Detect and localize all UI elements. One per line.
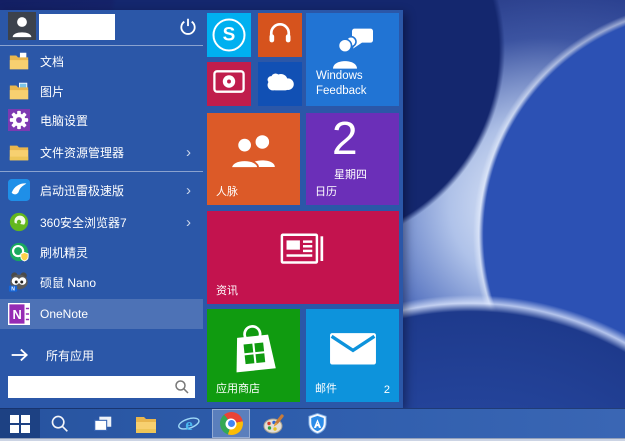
- paint-palette-icon: [262, 412, 286, 436]
- menu-item-360-browser[interactable]: 360安全浏览器7 ›: [0, 207, 203, 237]
- search-icon[interactable]: [173, 378, 191, 396]
- mail-envelope-icon: [329, 331, 377, 370]
- search-box: [8, 376, 195, 398]
- newspaper-icon: [280, 233, 326, 273]
- calendar-day: 2: [332, 113, 358, 164]
- security-shield-icon: [306, 412, 329, 435]
- tile-label: 应用商店: [216, 380, 260, 396]
- taskbar-search-button[interactable]: [45, 409, 75, 438]
- onenote-icon: N: [8, 303, 30, 325]
- tile-onedrive[interactable]: [258, 62, 302, 106]
- shuoshu-mouse-icon: N: [8, 271, 30, 293]
- tile-label: 资讯: [216, 282, 238, 298]
- search-input[interactable]: [8, 380, 173, 394]
- tile-store[interactable]: 应用商店: [207, 309, 300, 402]
- svg-text:N: N: [11, 287, 15, 293]
- headphones-icon: [266, 19, 294, 52]
- tile-label: 邮件: [315, 380, 337, 396]
- menu-item-pc-settings[interactable]: 电脑设置: [0, 105, 203, 135]
- 360-browser-icon: [8, 211, 30, 233]
- tile-label: 日历: [315, 183, 337, 199]
- tile-label: Windows Feedback: [316, 69, 391, 98]
- chevron-right-icon: ›: [186, 183, 191, 198]
- pictures-folder-icon: [8, 80, 30, 102]
- menu-item-label: 刷机精灵: [40, 244, 88, 261]
- menu-item-label: 电脑设置: [40, 112, 88, 129]
- feedback-person-bubble-icon: [329, 26, 377, 75]
- menu-item-shuoshu-nano[interactable]: N 硕鼠 Nano: [0, 267, 203, 297]
- store-bag-icon: [229, 320, 279, 379]
- menu-item-label: 360安全浏览器7: [40, 214, 127, 231]
- taskbar-security-shield-button[interactable]: [302, 409, 332, 438]
- menu-item-shuaji-jingling[interactable]: 刷机精灵: [0, 237, 203, 267]
- user-avatar-icon: [8, 12, 36, 40]
- menu-item-documents[interactable]: 文档: [0, 46, 203, 76]
- right-arrow-icon: [10, 347, 30, 363]
- search-icon: [49, 413, 71, 435]
- camera-icon: [213, 70, 245, 98]
- menu-item-label: 启动迅雷极速版: [40, 182, 124, 199]
- menu-item-pictures[interactable]: 图片: [0, 76, 203, 106]
- tile-skype[interactable]: S: [207, 13, 251, 57]
- menu-divider: [0, 171, 203, 172]
- menu-item-label: 文档: [40, 53, 64, 70]
- chevron-right-icon: ›: [186, 145, 191, 160]
- menu-item-onenote[interactable]: N OneNote: [0, 299, 203, 329]
- svg-text:e: e: [185, 415, 193, 434]
- windows-logo-icon: [10, 415, 30, 433]
- desktop: 文档 图片 电脑设置 文件资源管理器 ›: [0, 0, 625, 441]
- menu-item-thunder[interactable]: 启动迅雷极速版 ›: [0, 175, 203, 205]
- power-icon: [177, 16, 199, 38]
- chrome-icon: [220, 412, 243, 435]
- skype-icon: S: [213, 19, 246, 52]
- tile-news[interactable]: 资讯: [207, 211, 399, 304]
- tile-calendar[interactable]: 2 星期四 日历: [306, 113, 399, 205]
- task-view-icon: [92, 413, 114, 435]
- tile-music[interactable]: [258, 13, 302, 57]
- taskbar-internet-explorer-button[interactable]: e: [174, 409, 204, 438]
- internet-explorer-icon: e: [177, 412, 201, 436]
- start-button[interactable]: [0, 409, 40, 438]
- svg-text:N: N: [13, 307, 22, 322]
- task-view-button[interactable]: [88, 409, 118, 438]
- user-avatar[interactable]: [8, 12, 36, 40]
- shuaji-jingling-icon: [8, 241, 30, 263]
- documents-folder-icon: [8, 50, 30, 72]
- file-explorer-icon: [134, 412, 158, 436]
- tile-people[interactable]: 人脉: [207, 113, 300, 205]
- tile-camera[interactable]: [207, 62, 251, 106]
- menu-item-label: 图片: [40, 83, 64, 100]
- menu-item-label: 文件资源管理器: [40, 144, 124, 161]
- tile-label: 人脉: [216, 183, 238, 199]
- taskbar-paint-button[interactable]: [259, 409, 289, 438]
- tile-windows-feedback[interactable]: Windows Feedback: [306, 13, 399, 106]
- menu-item-file-explorer[interactable]: 文件资源管理器 ›: [0, 137, 203, 167]
- menu-item-label: 硕鼠 Nano: [40, 274, 96, 291]
- all-apps-label: 所有应用: [46, 347, 94, 364]
- chevron-right-icon: ›: [186, 215, 191, 230]
- all-apps-button[interactable]: 所有应用: [0, 340, 203, 370]
- power-button[interactable]: [177, 16, 199, 38]
- mail-unread-badge: 2: [384, 384, 390, 396]
- taskbar-chrome-button[interactable]: [216, 409, 246, 438]
- onedrive-clouds-icon: [264, 71, 296, 98]
- taskbar: e: [0, 408, 625, 438]
- people-icon: [229, 132, 279, 175]
- thunder-bird-icon: [8, 179, 30, 201]
- calendar-weekday: 星期四: [334, 166, 367, 182]
- tile-mail[interactable]: 邮件 2: [306, 309, 399, 402]
- taskbar-file-explorer-button[interactable]: [131, 409, 161, 438]
- settings-gear-icon: [8, 109, 30, 131]
- menu-item-label: OneNote: [40, 307, 88, 321]
- user-name-box[interactable]: [39, 14, 115, 40]
- file-explorer-icon: [8, 141, 30, 163]
